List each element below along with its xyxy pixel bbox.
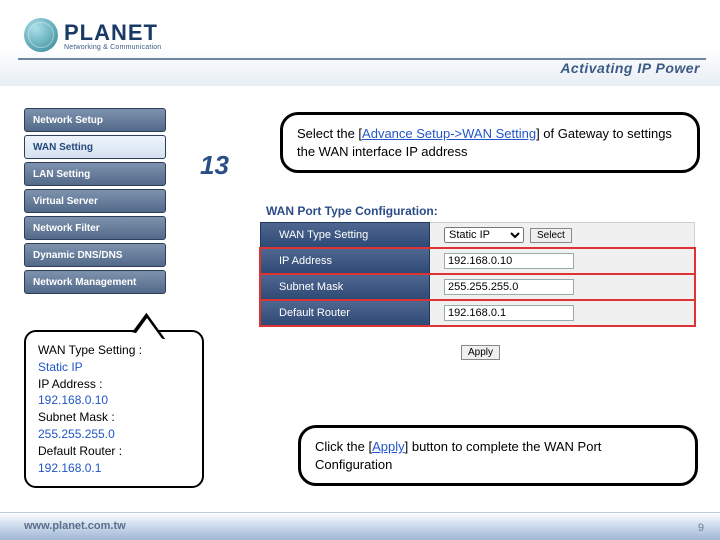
label-wan-type: WAN Type Setting: [260, 222, 430, 248]
sidebar-menu: Network Setup WAN Setting LAN Setting Vi…: [24, 108, 166, 297]
sidebar-item-network-management[interactable]: Network Management: [24, 270, 166, 294]
page-number: 9: [698, 522, 704, 534]
speech-line-1a: WAN Type Setting :: [38, 342, 190, 359]
input-ip-address[interactable]: [444, 253, 574, 269]
label-ip-address: IP Address: [260, 248, 430, 274]
callout-instruction-top: Select the [Advance Setup->WAN Setting] …: [280, 112, 700, 173]
sidebar-item-network-filter[interactable]: Network Filter: [24, 216, 166, 240]
sidebar-item-virtual-server[interactable]: Virtual Server: [24, 189, 166, 213]
speech-line-3a: Subnet Mask :: [38, 409, 190, 426]
speech-line-4b: 192.168.0.1: [38, 460, 190, 477]
callout-top-link: Advance Setup->WAN Setting: [362, 126, 536, 141]
brand-name: PLANET: [64, 20, 161, 46]
callout-bot-text-1: Click the [: [315, 439, 372, 454]
callout-values: WAN Type Setting : Static IP IP Address …: [24, 330, 204, 488]
globe-icon: [24, 18, 58, 52]
panel-title: WAN Port Type Configuration:: [260, 200, 695, 222]
sidebar-item-network-setup[interactable]: Network Setup: [24, 108, 166, 132]
input-subnet-mask[interactable]: [444, 279, 574, 295]
apply-button[interactable]: Apply: [461, 345, 500, 360]
brand-logo: PLANET Networking & Communication: [24, 18, 161, 52]
callout-top-text-1: Select the [: [297, 126, 362, 141]
callout-bot-link: Apply: [372, 439, 405, 454]
speech-line-2b: 192.168.0.10: [38, 392, 190, 409]
row-ip-address: IP Address: [260, 248, 695, 274]
label-default-router: Default Router: [260, 300, 430, 326]
speech-line-3b: 255.255.255.0: [38, 426, 190, 443]
select-button[interactable]: Select: [530, 228, 572, 243]
row-subnet-mask: Subnet Mask: [260, 274, 695, 300]
brand-slogan: Activating IP Power: [560, 60, 700, 76]
label-subnet-mask: Subnet Mask: [260, 274, 430, 300]
wan-type-select[interactable]: Static IP: [444, 227, 524, 243]
brand-tagline: Networking & Communication: [64, 44, 161, 51]
speech-line-1b: Static IP: [38, 359, 190, 376]
callout-instruction-bottom: Click the [Apply] button to complete the…: [298, 425, 698, 486]
footer-url: www.planet.com.tw: [24, 520, 126, 532]
row-default-router: Default Router: [260, 300, 695, 326]
header: PLANET Networking & Communication Activa…: [0, 0, 720, 86]
sidebar-item-lan-setting[interactable]: LAN Setting: [24, 162, 166, 186]
sidebar-item-dynamic-dns[interactable]: Dynamic DNS/DNS: [24, 243, 166, 267]
step-number: 13: [200, 150, 229, 181]
speech-line-2a: IP Address :: [38, 376, 190, 393]
wan-config-panel: WAN Port Type Configuration: WAN Type Se…: [260, 200, 695, 360]
row-wan-type: WAN Type Setting Static IP Select: [260, 222, 695, 248]
speech-line-4a: Default Router :: [38, 443, 190, 460]
input-default-router[interactable]: [444, 305, 574, 321]
sidebar-item-wan-setting[interactable]: WAN Setting: [24, 135, 166, 159]
